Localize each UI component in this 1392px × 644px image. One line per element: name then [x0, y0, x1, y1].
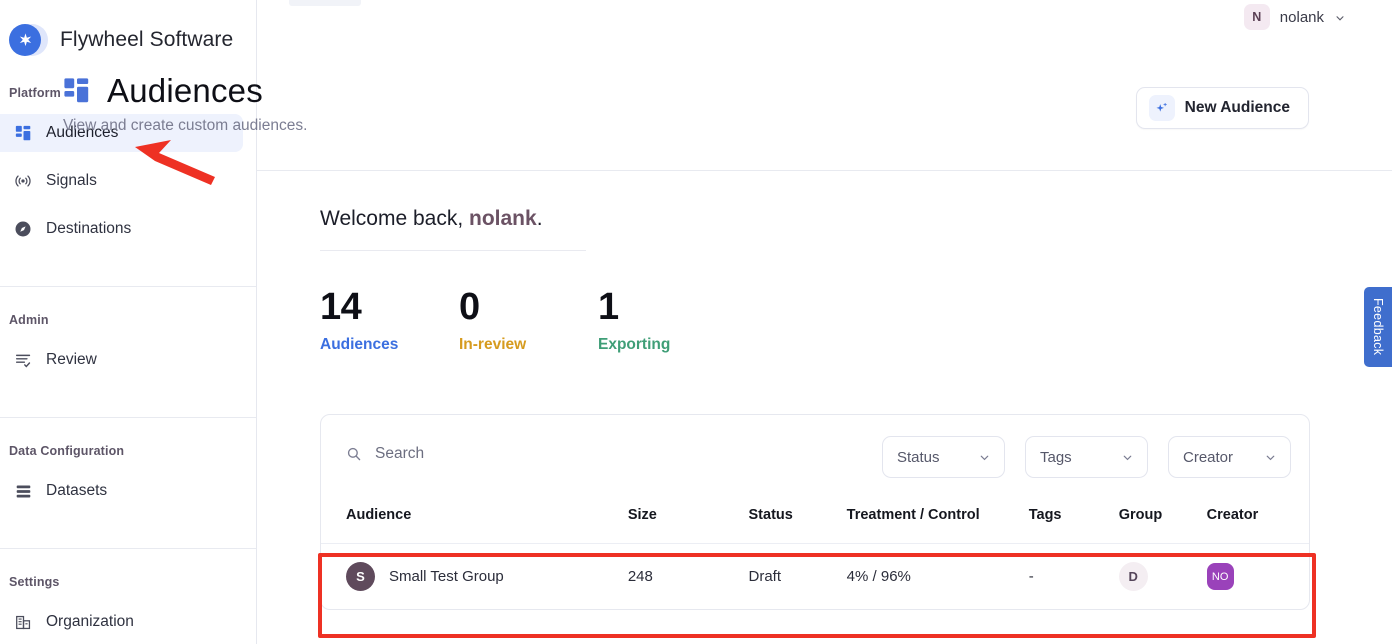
compass-icon: [13, 219, 33, 239]
cell-tags: -: [1028, 543, 1119, 609]
sidebar-section-admin: Admin Review: [0, 313, 256, 379]
sidebar-divider-2: [0, 417, 256, 418]
sidebar-section-data-configuration: Data Configuration Datasets: [0, 444, 256, 510]
brand[interactable]: Flywheel Software: [0, 0, 256, 62]
sparkle-plus-icon: [1148, 95, 1175, 121]
cell-creator: NO: [1206, 543, 1309, 609]
chevron-down-icon: [1264, 451, 1276, 463]
new-audience-button[interactable]: New Audience: [1135, 87, 1309, 129]
cell-audience[interactable]: S Small Test Group: [321, 543, 628, 609]
sidebar-item-label-organization: Organization: [46, 613, 134, 630]
welcome-greeting: Welcome back,: [320, 207, 464, 230]
avatar: N: [1243, 4, 1270, 30]
user-name: nolank: [1279, 8, 1324, 26]
user-menu[interactable]: N nolank: [1243, 4, 1346, 30]
stat-exporting[interactable]: 1 Exporting: [598, 288, 737, 354]
column-header-status[interactable]: Status: [749, 499, 847, 544]
sidebar-item-label-datasets: Datasets: [46, 482, 108, 499]
avatar: S: [346, 562, 375, 591]
search-icon: [346, 446, 362, 462]
chevron-down-icon: [1334, 11, 1346, 23]
page-tab-stub: [289, 0, 361, 6]
column-header-group[interactable]: Group: [1119, 499, 1207, 544]
welcome-user: nolank: [469, 207, 537, 230]
grid-blocks-icon: [13, 123, 33, 143]
chevron-down-icon: [1121, 451, 1133, 463]
table-row[interactable]: S Small Test Group 248 Draft 4% / 96% - …: [321, 543, 1309, 609]
table-body: S Small Test Group 248 Draft 4% / 96% - …: [321, 543, 1309, 609]
broadcast-icon: [13, 171, 33, 191]
card-toolbar: Status Tags Creator: [321, 415, 1309, 499]
star-burst-icon: [9, 24, 41, 56]
stat-audiences[interactable]: 14 Audiences: [320, 288, 459, 354]
filter-group: Status Tags Creator: [882, 436, 1291, 478]
filter-tags-label: Tags: [1040, 448, 1072, 466]
header-divider: [257, 170, 1392, 171]
filter-tags[interactable]: Tags: [1025, 436, 1148, 478]
sidebar-item-review[interactable]: Review: [0, 341, 243, 379]
building-icon: [13, 612, 33, 632]
filter-creator-label: Creator: [1183, 448, 1234, 466]
sidebar-section-label-settings: Settings: [9, 575, 60, 589]
stat-label: In-review: [459, 336, 527, 353]
column-header-creator[interactable]: Creator: [1207, 499, 1309, 544]
list-check-icon: [13, 350, 33, 370]
stat-label: Exporting: [598, 336, 671, 353]
app-root: Flywheel Software Platform Audiences Sig…: [0, 0, 1392, 644]
cell-treatment-control: 4% / 96%: [846, 543, 1029, 609]
welcome-period: .: [536, 207, 543, 230]
column-header-audience[interactable]: Audience: [321, 499, 628, 544]
sidebar-item-destinations[interactable]: Destinations: [0, 210, 243, 248]
stat-label: Audiences: [320, 336, 399, 353]
audiences-card: Status Tags Creator: [320, 414, 1310, 610]
search-input[interactable]: [375, 445, 795, 463]
welcome-message: Welcome back, nolank.: [320, 207, 586, 231]
grid-blocks-icon: [63, 77, 91, 105]
filter-creator[interactable]: Creator: [1168, 436, 1291, 478]
feedback-label: Feedback: [1371, 298, 1385, 356]
stat-value: 14: [320, 286, 362, 328]
filter-status[interactable]: Status: [882, 436, 1005, 478]
database-rows-icon: [13, 481, 33, 501]
sidebar-divider-1: [0, 286, 256, 287]
search-box[interactable]: [346, 445, 795, 463]
new-audience-label: New Audience: [1184, 99, 1290, 116]
welcome-block: Welcome back, nolank.: [320, 207, 586, 251]
sidebar-item-datasets[interactable]: Datasets: [0, 472, 243, 510]
column-header-tags[interactable]: Tags: [1029, 499, 1119, 544]
column-header-treatment-control[interactable]: Treatment / Control: [847, 499, 1029, 544]
audiences-table: Audience Size Status Treatment / Control…: [321, 499, 1309, 609]
table-header: Audience Size Status Treatment / Control…: [321, 499, 1309, 544]
sidebar-item-signals[interactable]: Signals: [0, 162, 243, 200]
feedback-tab[interactable]: Feedback: [1364, 287, 1392, 367]
audience-name: Small Test Group: [389, 568, 504, 585]
column-header-size[interactable]: Size: [628, 499, 749, 544]
creator-badge: NO: [1206, 563, 1234, 590]
sidebar-section-label-admin: Admin: [9, 313, 49, 327]
stats-row: 14 Audiences 0 In-review 1 Exporting: [320, 288, 737, 354]
sidebar-section-label-data-configuration: Data Configuration: [9, 444, 125, 458]
stat-in-review[interactable]: 0 In-review: [459, 288, 598, 354]
filter-status-label: Status: [897, 448, 940, 466]
status-badge: Draft: [748, 543, 847, 609]
stat-value: 1: [598, 286, 619, 328]
sidebar-item-label-signals: Signals: [46, 172, 97, 189]
welcome-divider: [320, 250, 586, 251]
cell-group: D: [1118, 543, 1207, 609]
stat-value: 0: [459, 286, 480, 328]
sidebar-divider-3: [0, 548, 256, 549]
brand-logo: [9, 20, 49, 60]
sidebar-section-settings: Settings Organization: [0, 575, 256, 641]
chevron-down-icon: [978, 451, 990, 463]
sidebar-item-label-review: Review: [46, 351, 97, 368]
group-badge: D: [1118, 562, 1148, 591]
sidebar-item-label-destinations: Destinations: [46, 220, 132, 237]
page-title: Audiences: [107, 72, 263, 109]
brand-name: Flywheel Software: [60, 28, 234, 51]
sidebar-item-organization[interactable]: Organization: [0, 603, 243, 641]
cell-size: 248: [627, 543, 749, 609]
